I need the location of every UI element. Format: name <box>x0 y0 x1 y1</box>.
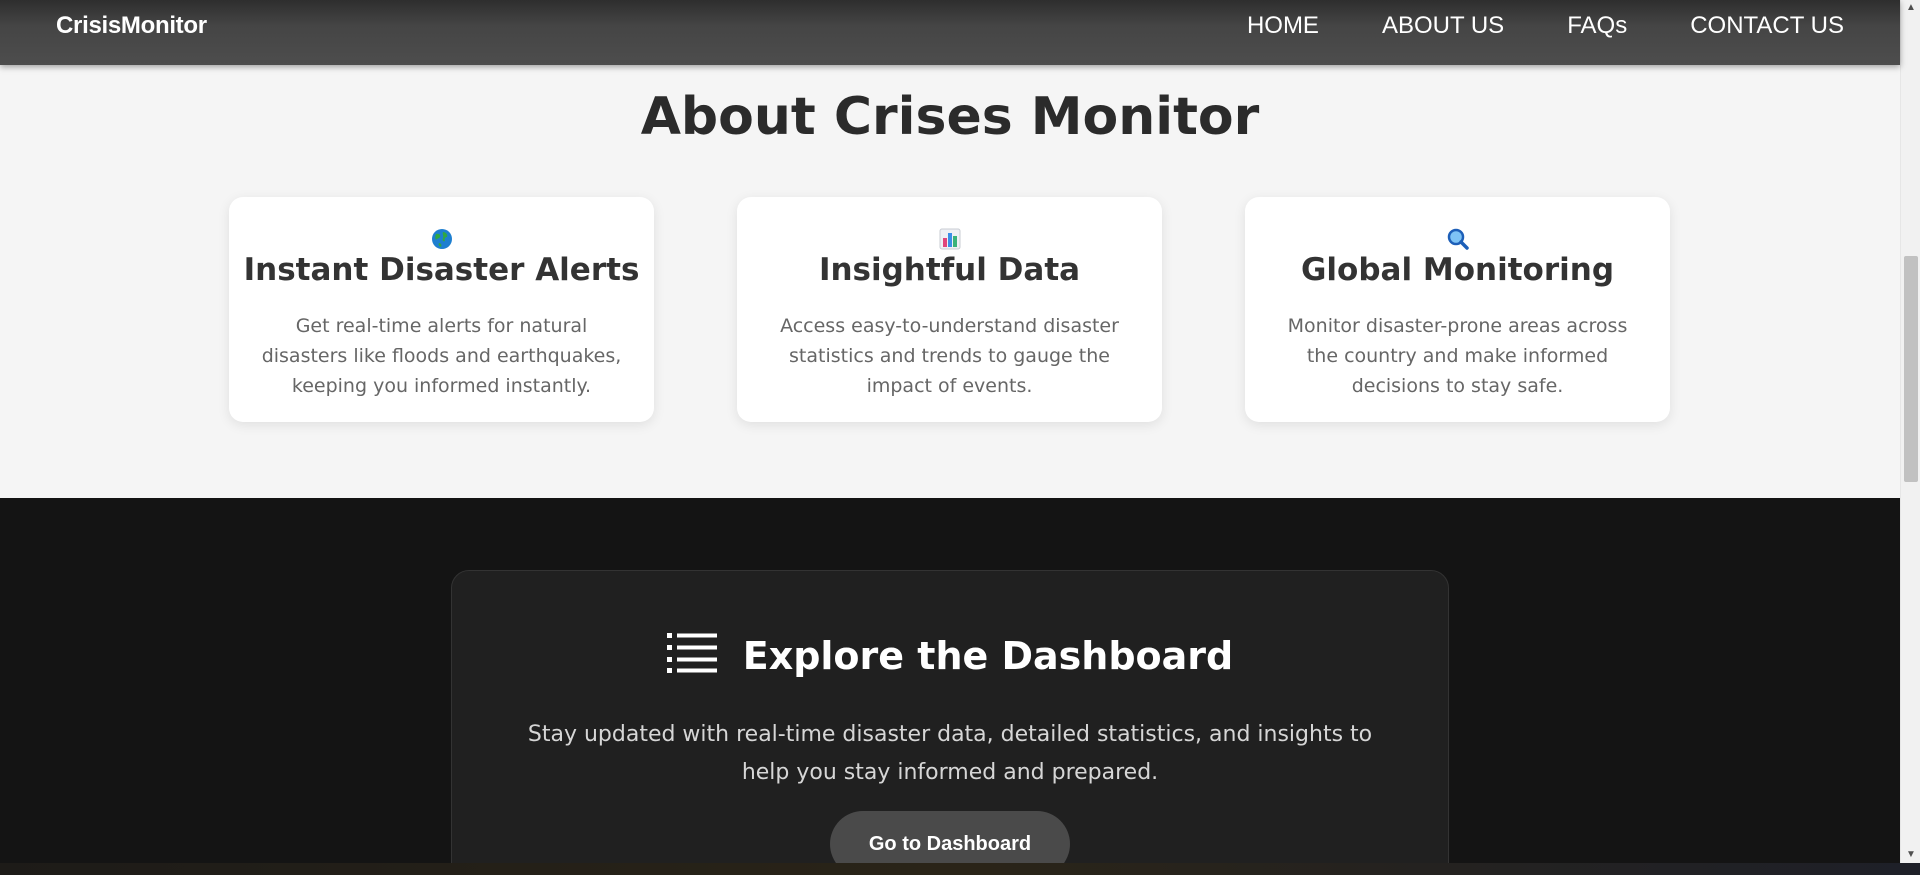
card-description: Monitor disaster-prone areas across the … <box>1287 315 1628 397</box>
nav-links: HOME ABOUT US FAQs CONTACT US <box>1247 12 1844 40</box>
navbar: CrisisMonitor HOME ABOUT US FAQs CONTACT… <box>0 0 1900 65</box>
nav-link-about-us[interactable]: ABOUT US <box>1382 12 1504 40</box>
scroll-down-arrow-icon[interactable]: ▼ <box>1901 847 1920 863</box>
bar-chart-icon <box>737 228 1162 250</box>
card-description: Get real-time alerts for natural disaste… <box>261 315 622 397</box>
dashboard-section: Explore the Dashboard Stay updated with … <box>0 498 1900 875</box>
taskbar <box>0 863 1920 875</box>
page-scrollbar[interactable]: ▲ ▼ <box>1900 0 1920 863</box>
globe-icon <box>229 228 654 250</box>
nav-link-contact-us[interactable]: CONTACT US <box>1690 12 1844 40</box>
card-title: Instant Disaster Alerts <box>243 252 640 288</box>
about-section: About Crises Monitor Instant Disaster Al… <box>0 65 1900 498</box>
dashboard-heading: Explore the Dashboard <box>452 633 1448 678</box>
nav-link-home[interactable]: HOME <box>1247 12 1319 40</box>
dashboard-description: Stay updated with real-time disaster dat… <box>527 722 1373 785</box>
card-title: Global Monitoring <box>1300 252 1615 288</box>
dashboard-card: Explore the Dashboard Stay updated with … <box>451 570 1449 875</box>
list-icon <box>666 633 717 678</box>
magnifier-icon <box>1245 228 1670 250</box>
feature-card-alerts: Instant Disaster Alerts Get real-time al… <box>229 197 654 422</box>
about-title: About Crises Monitor <box>640 87 1260 147</box>
brand-logo[interactable]: CrisisMonitor <box>56 12 207 40</box>
scrollbar-thumb[interactable] <box>1904 256 1918 482</box>
feature-card-monitoring: Global Monitoring Monitor disaster-prone… <box>1245 197 1670 422</box>
dashboard-title: Explore the Dashboard <box>742 633 1234 678</box>
card-description: Access easy-to-understand disaster stati… <box>780 315 1119 397</box>
feature-card-data: Insightful Data Access easy-to-understan… <box>737 197 1162 422</box>
nav-link-faqs[interactable]: FAQs <box>1567 12 1627 40</box>
card-title: Insightful Data <box>818 252 1081 288</box>
scroll-up-arrow-icon[interactable]: ▲ <box>1901 0 1920 16</box>
